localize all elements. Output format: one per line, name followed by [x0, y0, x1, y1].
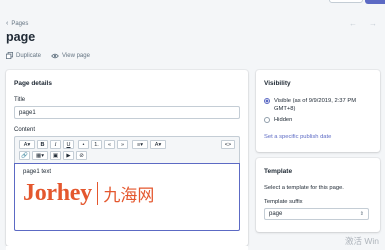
select-arrows-icon: ⇕	[359, 211, 364, 217]
logo-chinese: 九海网	[103, 186, 155, 206]
title-input[interactable]: page1	[14, 106, 240, 119]
logo-divider	[96, 182, 99, 205]
image-icon[interactable]: ▣	[50, 151, 61, 160]
video-icon[interactable]: ▶	[63, 151, 74, 160]
table-dropdown[interactable]: ▦ ▾	[32, 151, 48, 160]
pagination: ← →	[349, 19, 377, 28]
next-arrow-icon[interactable]: →	[369, 19, 377, 28]
publish-date-link[interactable]: Set a specific publish date	[264, 134, 331, 140]
bold-button[interactable]: B	[37, 140, 48, 149]
visible-option[interactable]: Visible (as of 9/9/2019, 2:37 PM GMT+8)	[264, 97, 374, 113]
template-heading: Template	[264, 168, 293, 175]
windows-activation-watermark: 激活 Win	[344, 236, 379, 246]
underline-button[interactable]: U	[63, 140, 74, 149]
eye-icon	[51, 53, 59, 59]
clear-format-icon[interactable]: ⊘	[76, 151, 87, 160]
editor-toolbar: A ▾ B I U • 1. « » ≡ ▾ A ▾ <> 🔗 ▦ ▾ ▣ ▶ ⊘	[14, 136, 240, 163]
template-suffix-value: page	[269, 211, 283, 217]
duplicate-icon	[6, 52, 13, 59]
visibility-card: Visibility Visible (as of 9/9/2019, 2:37…	[256, 70, 380, 152]
duplicate-label: Duplicate	[16, 52, 42, 59]
template-suffix-select[interactable]: page ⇕	[264, 208, 369, 220]
more-actions-button[interactable]	[329, 0, 363, 3]
hidden-radio[interactable]	[264, 117, 270, 123]
content-editor[interactable]: page1 text Jorhey 九海网	[14, 163, 240, 231]
numbered-list-icon[interactable]: 1.	[91, 140, 102, 149]
breadcrumb-label[interactable]: Pages	[11, 21, 28, 27]
text-color-dropdown[interactable]: A ▾	[150, 140, 166, 149]
title-label: Title	[14, 97, 26, 103]
show-html-button[interactable]: <>	[221, 140, 235, 149]
italic-button[interactable]: I	[50, 140, 61, 149]
jorhey-logo: Jorhey 九海网	[23, 180, 154, 207]
previous-arrow-icon[interactable]: ←	[349, 19, 357, 28]
duplicate-button[interactable]: Duplicate	[6, 52, 41, 59]
save-button[interactable]	[365, 0, 385, 4]
chevron-left-icon: ‹	[6, 20, 9, 27]
visible-radio[interactable]	[264, 98, 270, 104]
link-icon[interactable]: 🔗	[19, 151, 30, 160]
font-style-dropdown[interactable]: A ▾	[19, 140, 35, 149]
breadcrumb[interactable]: ‹ Pages	[6, 20, 28, 27]
indent-icon[interactable]: »	[117, 140, 128, 149]
page-title: page	[6, 30, 36, 44]
template-suffix-label: Template suffix	[264, 199, 303, 205]
align-dropdown[interactable]: ≡ ▾	[132, 140, 148, 149]
top-action-bar	[0, 0, 385, 6]
page-details-heading: Page details	[14, 80, 52, 87]
outdent-icon[interactable]: «	[104, 140, 115, 149]
view-page-label: View page	[62, 52, 90, 59]
template-card: Template Select a template for this page…	[256, 158, 380, 232]
bullet-list-icon[interactable]: •	[78, 140, 89, 149]
bottom-card-edge	[6, 246, 248, 250]
hidden-option[interactable]: Hidden	[264, 116, 292, 124]
page-actions: Duplicate View page	[6, 52, 90, 59]
logo-english: Jorhey	[23, 180, 92, 206]
page-details-card: Page details Title page1 Content A ▾ B I …	[6, 70, 248, 246]
editor-text: page1 text	[23, 169, 52, 175]
template-description: Select a template for this page.	[264, 185, 344, 191]
hidden-label: Hidden	[274, 117, 293, 123]
visibility-heading: Visibility	[264, 80, 291, 87]
view-page-button[interactable]: View page	[51, 53, 90, 59]
visible-label: Visible (as of 9/9/2019, 2:37 PM GMT+8)	[274, 98, 357, 112]
content-label: Content	[14, 127, 36, 133]
